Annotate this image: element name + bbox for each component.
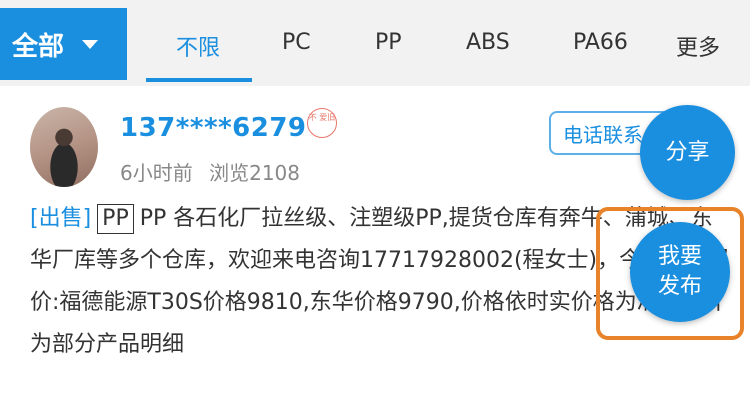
tab-label: PP xyxy=(375,30,402,55)
tab-abs[interactable]: ABS xyxy=(466,30,510,55)
highlight-frame xyxy=(596,207,744,340)
tab-label: 不限 xyxy=(176,36,221,61)
post-time: 6小时前 xyxy=(120,161,193,185)
tab-pc[interactable]: PC xyxy=(282,30,311,55)
all-category-dropdown[interactable]: 全部 xyxy=(0,8,127,80)
tab-more[interactable]: 更多 xyxy=(676,30,720,62)
status-stamp-icon: 不 爱旧 xyxy=(307,108,337,138)
all-category-label: 全部 xyxy=(12,31,65,62)
tab-unlimited[interactable]: 不限 xyxy=(176,30,220,62)
tab-pp[interactable]: PP xyxy=(375,30,402,55)
phone-contact-label: 电话联系 xyxy=(563,122,643,147)
post-meta: 6小时前 浏览2108 xyxy=(120,157,300,186)
tab-label: ABS xyxy=(466,30,510,55)
view-count: 浏览2108 xyxy=(209,161,300,185)
avatar[interactable] xyxy=(30,107,98,187)
username[interactable]: 137****6279 xyxy=(120,113,307,143)
filter-bar: 全部 不限 PC PP ABS PA66 更多 xyxy=(0,0,750,86)
category-tag: PP xyxy=(97,204,134,234)
tab-label: PC xyxy=(282,30,311,55)
share-label: 分享 xyxy=(665,139,710,165)
tab-pa66[interactable]: PA66 xyxy=(573,30,628,55)
active-tab-indicator xyxy=(146,78,252,82)
share-button[interactable]: 分享 xyxy=(640,105,735,200)
tab-label: PA66 xyxy=(573,30,628,55)
caret-down-icon xyxy=(82,39,99,49)
tab-label: 更多 xyxy=(676,36,721,61)
sale-tag: [出售] xyxy=(30,206,92,231)
